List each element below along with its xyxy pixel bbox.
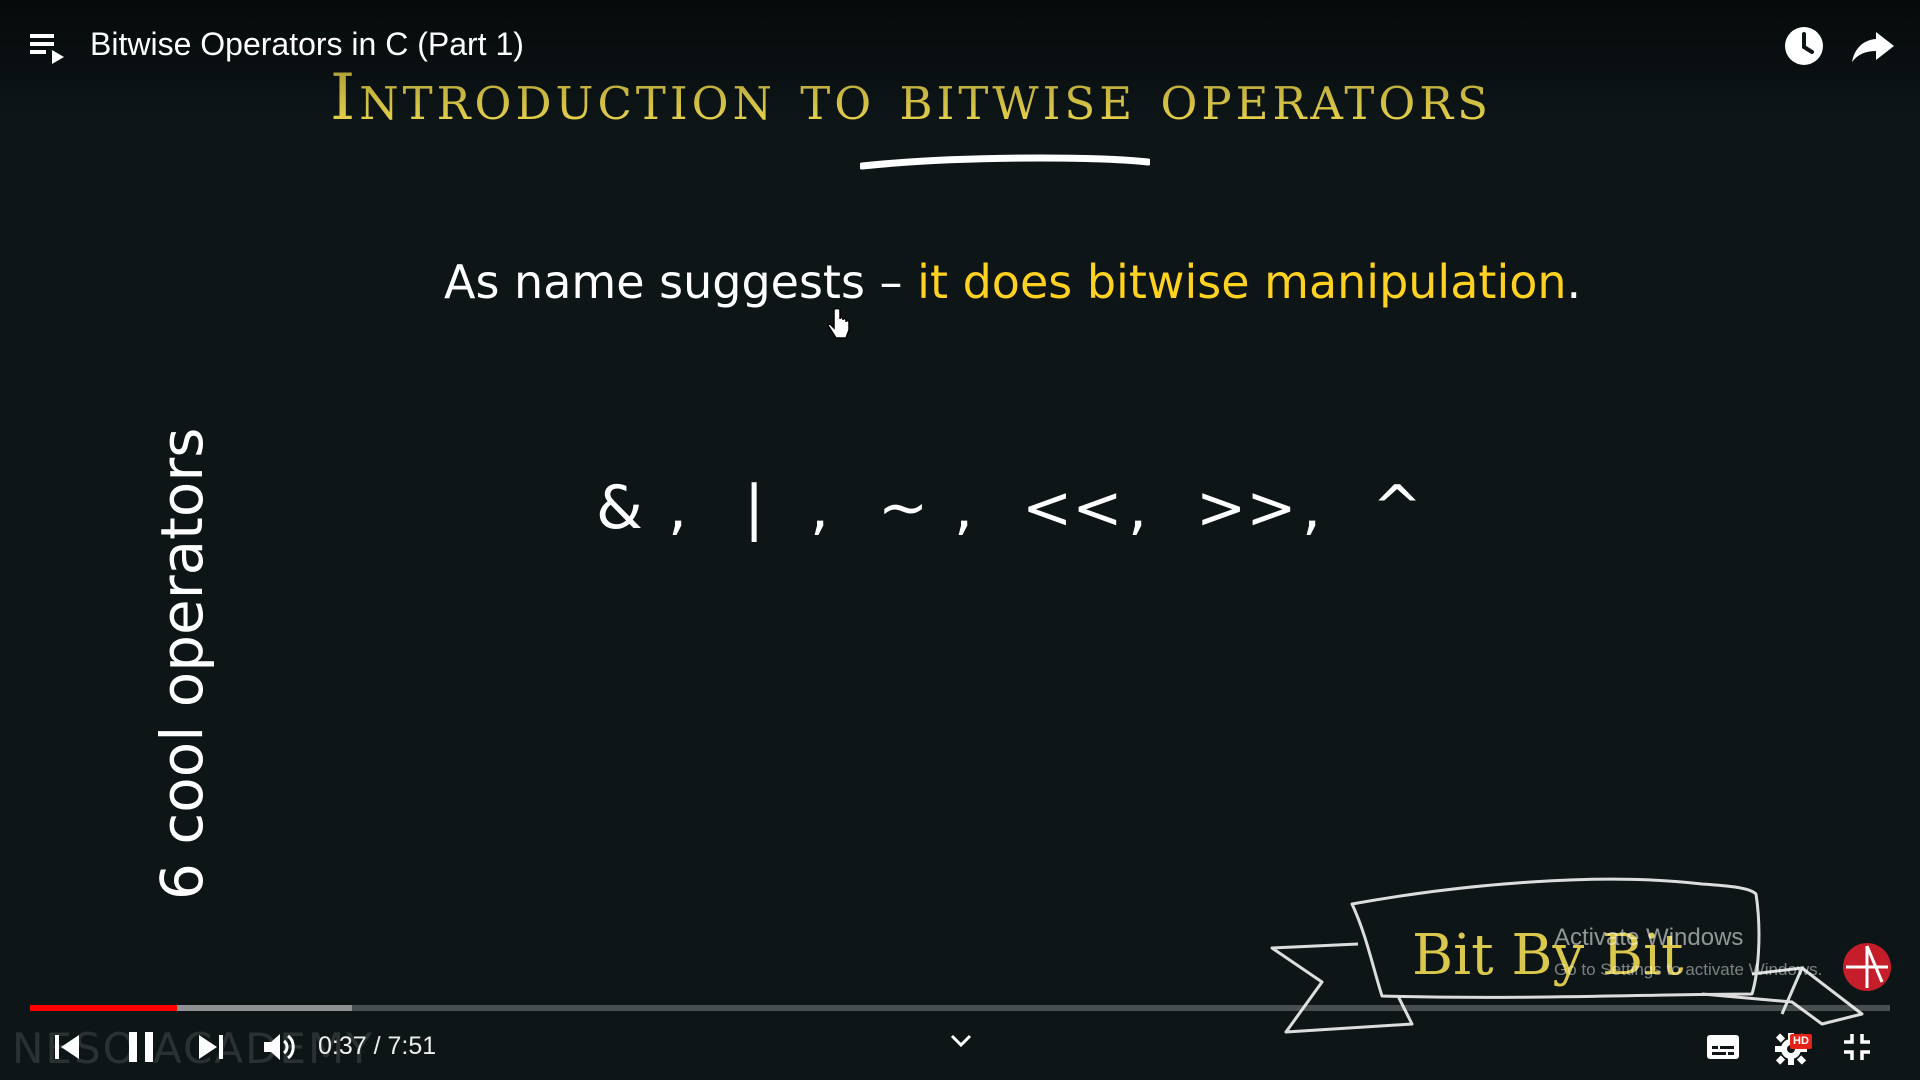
volume-icon[interactable] <box>262 1030 298 1064</box>
playlist-icon[interactable] <box>28 28 68 68</box>
progress-bar[interactable] <box>30 1005 1890 1011</box>
subtitle-plain: As name suggests – <box>444 255 918 309</box>
previous-icon[interactable] <box>52 1032 82 1062</box>
share-arrow-icon[interactable] <box>1850 24 1896 68</box>
operator-separator: , <box>954 473 974 543</box>
progress-played <box>30 1005 177 1011</box>
activate-windows-title: Activate Windows <box>1554 924 1744 951</box>
operator-separator: , <box>668 473 688 543</box>
subtitles-icon[interactable] <box>1706 1034 1740 1060</box>
operator-separator: , <box>1302 473 1322 543</box>
operator-right-shift: >> <box>1196 473 1297 543</box>
channel-logo-icon[interactable] <box>1842 942 1892 992</box>
operator-and: & <box>596 473 643 543</box>
slide-subtitle: As name suggests – it does bitwise manip… <box>444 252 1581 312</box>
subtitle-end: . <box>1566 255 1582 309</box>
heading-underline <box>860 154 1150 170</box>
hd-badge: HD <box>1790 1034 1812 1049</box>
operator-separator: , <box>1128 473 1148 543</box>
operator-xor: ^ <box>1372 473 1423 543</box>
time-separator: / <box>366 1032 388 1060</box>
operator-not: ~ <box>878 473 929 543</box>
duration: 7:51 <box>387 1032 437 1060</box>
bit-by-bit-banner: Bit By Bit <box>1270 877 1864 1034</box>
current-time: 0:37 <box>318 1032 367 1060</box>
video-player[interactable]: Introduction to bitwise operators As nam… <box>0 0 1920 1080</box>
clock-icon[interactable] <box>1782 24 1826 68</box>
operator-or: | <box>744 473 765 543</box>
operator-left-shift: << <box>1022 473 1123 543</box>
chevron-down-icon[interactable] <box>948 1032 974 1050</box>
vertical-label: 6 cool operators <box>148 427 216 900</box>
subtitle-highlight: it does bitwise manipulation <box>917 255 1567 309</box>
time-display: 0:37 / 7:51 <box>318 1030 436 1062</box>
video-title[interactable]: Bitwise Operators in C (Part 1) <box>90 22 524 66</box>
pause-icon[interactable] <box>126 1030 156 1064</box>
next-icon[interactable] <box>196 1032 226 1062</box>
hand-cursor-icon <box>827 308 850 339</box>
activate-windows-subtitle: Go to Settings to activate Windows. <box>1554 960 1823 979</box>
operator-separator: , <box>810 473 830 543</box>
exit-fullscreen-icon[interactable] <box>1842 1032 1872 1062</box>
